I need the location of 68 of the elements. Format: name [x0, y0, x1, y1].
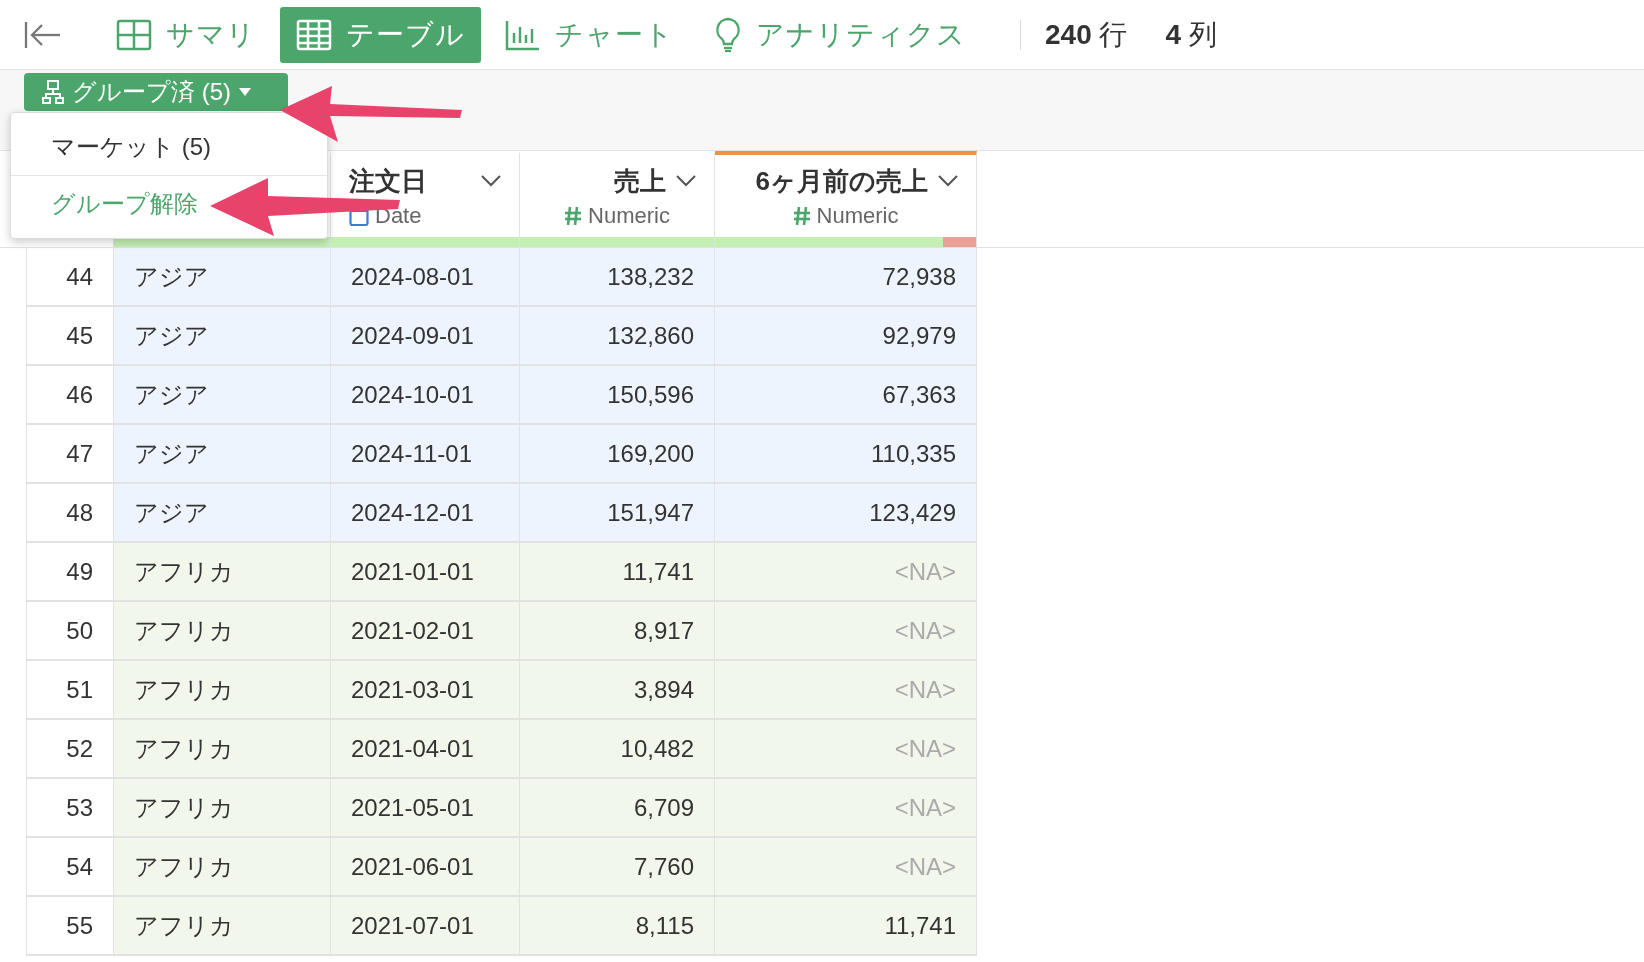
- missing-value-cell: <NA>: [715, 838, 977, 895]
- table-cell: アジア: [114, 425, 331, 482]
- table-cell: アフリカ: [114, 602, 331, 659]
- table-cell: 2024-09-01: [331, 307, 520, 364]
- row-number: 55: [26, 897, 114, 954]
- table-cell: 2021-02-01: [331, 602, 520, 659]
- table-cell: 150,596: [520, 366, 715, 423]
- table-cell: 10,482: [520, 720, 715, 777]
- table-cell: 132,860: [520, 307, 715, 364]
- table-cell: 2024-12-01: [331, 484, 520, 541]
- table-cell: 2021-06-01: [331, 838, 520, 895]
- table-cell: 2021-03-01: [331, 661, 520, 718]
- table-cell: 2021-04-01: [331, 720, 520, 777]
- missing-value-cell: <NA>: [715, 602, 977, 659]
- table-cell: アフリカ: [114, 779, 331, 836]
- column-name: 売上: [614, 164, 666, 198]
- table-cell: 2024-08-01: [331, 248, 520, 305]
- table-cell: 67,363: [715, 366, 977, 423]
- table-cell: 110,335: [715, 425, 977, 482]
- row-number: 46: [26, 366, 114, 423]
- table-cell: 3,894: [520, 661, 715, 718]
- table-cell: 169,200: [520, 425, 715, 482]
- table-cell: 2024-10-01: [331, 366, 520, 423]
- table-cell: アフリカ: [114, 720, 331, 777]
- missing-value-cell: <NA>: [715, 779, 977, 836]
- column-type: Date: [375, 202, 422, 229]
- table-cell: 7,760: [520, 838, 715, 895]
- row-number: 54: [26, 838, 114, 895]
- column-name: 注文日: [349, 164, 427, 198]
- table-cell: アフリカ: [114, 897, 331, 954]
- row-number: 52: [26, 720, 114, 777]
- table-cell: 72,938: [715, 248, 977, 305]
- table-cell: アジア: [114, 248, 331, 305]
- table-cell: アジア: [114, 484, 331, 541]
- table-cell: 151,947: [520, 484, 715, 541]
- table-cell: 123,429: [715, 484, 977, 541]
- row-number: 48: [26, 484, 114, 541]
- table-cell: 11,741: [520, 543, 715, 600]
- column-type: Numeric: [588, 202, 670, 229]
- table-cell: 2024-11-01: [331, 425, 520, 482]
- missing-value-cell: <NA>: [715, 661, 977, 718]
- row-number: 47: [26, 425, 114, 482]
- table-cell: 6,709: [520, 779, 715, 836]
- table-cell: 11,741: [715, 897, 977, 954]
- row-number: 49: [26, 543, 114, 600]
- table-cell: 138,232: [520, 248, 715, 305]
- row-count: 240 行: [1045, 17, 1128, 52]
- table-cell: 2021-01-01: [331, 543, 520, 600]
- row-number: 50: [26, 602, 114, 659]
- table-cell: アジア: [114, 366, 331, 423]
- table-cell: アフリカ: [114, 661, 331, 718]
- column-type: Numeric: [816, 202, 899, 229]
- table-cell: アフリカ: [114, 543, 331, 600]
- table-cell: 92,979: [715, 307, 977, 364]
- missing-value-cell: <NA>: [715, 543, 977, 600]
- row-number: 51: [26, 661, 114, 718]
- table-cell: 2021-07-01: [331, 897, 520, 954]
- missing-value-cell: <NA>: [715, 720, 977, 777]
- table-cell: 8,917: [520, 602, 715, 659]
- table-cell: アフリカ: [114, 838, 331, 895]
- row-number: 53: [26, 779, 114, 836]
- table-cell: アジア: [114, 307, 331, 364]
- column-name: 6ヶ月前の売上: [755, 164, 928, 198]
- table-cell: 8,115: [520, 897, 715, 954]
- column-count: 4 列: [1165, 17, 1217, 52]
- row-number: 45: [26, 307, 114, 364]
- table-cell: 2021-05-01: [331, 779, 520, 836]
- row-number: 44: [26, 248, 114, 305]
